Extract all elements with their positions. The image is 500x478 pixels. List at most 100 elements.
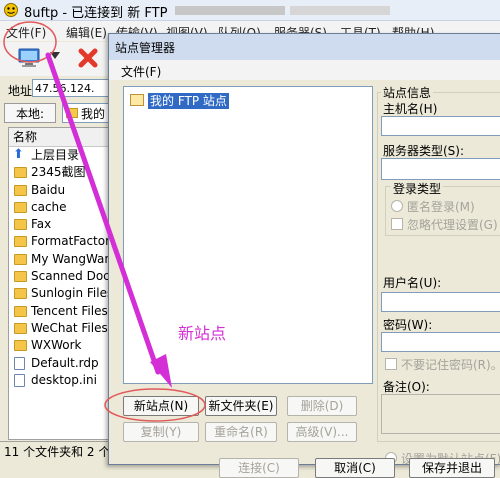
file-name: cache — [31, 199, 67, 214]
folder-icon — [14, 288, 27, 300]
file-row[interactable]: desktop.ini — [9, 372, 109, 389]
file-icon — [14, 356, 25, 370]
host-input[interactable] — [381, 116, 500, 136]
dont-remember-label: 不要记住密码(R)。 — [401, 358, 500, 372]
new-site-button[interactable]: 新站点(N) — [123, 396, 199, 416]
folder-icon — [14, 167, 27, 179]
ignore-proxy-label: 忽略代理设置(G) — [407, 218, 498, 232]
column-header-name[interactable]: 名称 — [9, 128, 109, 147]
toolbar — [0, 42, 110, 76]
site-info-panel: 站点信息 主机名(H) 服务器类型(S): 登录类型 匿名登录(M) 忽略代理设… — [377, 84, 500, 466]
title-bar: 8uftp - 已连接到 新 FTP — [0, 0, 500, 21]
file-icon — [14, 373, 25, 387]
password-input[interactable] — [381, 332, 500, 352]
file-name: Default.rdp — [31, 355, 99, 370]
cancel-button[interactable]: 取消(C) — [315, 458, 395, 478]
file-row[interactable]: WeChat Files — [9, 320, 109, 337]
file-name: desktop.ini — [31, 372, 97, 387]
file-name: 2345截图 — [31, 165, 86, 180]
connect-button[interactable]: 连接(C) — [219, 458, 299, 478]
menu-edit[interactable]: 编辑(E) — [66, 24, 107, 41]
title-redacted — [175, 6, 285, 15]
dialog-title: 站点管理器 — [115, 41, 176, 55]
file-row[interactable]: cache — [9, 199, 109, 216]
folder-icon — [14, 219, 27, 231]
save-exit-button[interactable]: 保存并退出 — [409, 458, 495, 478]
local-path-row: 本地: 我的 — [0, 103, 110, 125]
advanced-button[interactable]: 高级(V)... — [287, 422, 357, 442]
file-row[interactable]: My WangWang — [9, 251, 109, 268]
site-manager-dialog: 站点管理器 文件(F) 我的 FTP 站点 新站点(N) 新文件夹(E) 删除(… — [108, 33, 500, 478]
host-label: 主机名(H) — [383, 102, 438, 116]
app-logo-icon — [4, 3, 18, 17]
dropdown-arrow-icon[interactable] — [50, 52, 60, 59]
file-row[interactable]: Scanned Documents — [9, 268, 109, 285]
checkbox-icon — [391, 218, 403, 230]
ignore-proxy-checkbox[interactable]: 忽略代理设置(G) — [391, 216, 498, 233]
file-row[interactable]: Fax — [9, 216, 109, 233]
folder-icon — [14, 184, 27, 196]
folder-icon — [14, 236, 27, 248]
new-folder-button[interactable]: 新文件夹(E) — [205, 396, 277, 416]
dialog-menu-bar: 文件(F) — [109, 60, 500, 80]
anonymous-login-label: 匿名登录(M) — [407, 200, 475, 214]
site-info-title: 站点信息 — [381, 84, 434, 101]
file-row[interactable]: Baidu — [9, 182, 109, 199]
note-textarea[interactable] — [381, 394, 500, 434]
site-manager-icon[interactable] — [16, 46, 42, 70]
server-type-label: 服务器类型(S): — [383, 144, 465, 158]
window-title: 8uftp - 已连接到 新 FTP — [24, 6, 168, 21]
local-path-text: 我的 — [81, 107, 106, 121]
local-path-dropdown[interactable]: 我的 — [62, 103, 110, 123]
title-redacted-2 — [290, 6, 390, 15]
file-name: Sunlogin Files — [31, 286, 110, 301]
folder-icon — [14, 253, 27, 265]
folder-icon — [14, 340, 27, 352]
file-name: Fax — [31, 217, 52, 232]
folder-icon — [14, 201, 27, 213]
annotation-label: 新站点 — [178, 324, 227, 343]
file-row[interactable]: FormatFactory — [9, 233, 109, 250]
username-input[interactable] — [381, 292, 500, 312]
folder-icon — [130, 94, 144, 106]
checkbox-icon — [385, 358, 397, 370]
file-row[interactable]: Tencent Files — [9, 303, 109, 320]
local-file-list[interactable]: 名称 上层目录 2345截图 Baidu cache Fax FormatFactory M… — [8, 127, 110, 440]
username-label: 用户名(U): — [383, 276, 442, 290]
status-bar: 11 个文件夹和 2 个 — [0, 441, 110, 463]
file-name: Baidu — [31, 182, 66, 197]
file-row[interactable]: Default.rdp — [9, 355, 109, 372]
file-row[interactable]: 2345截图 — [9, 164, 109, 181]
server-type-select[interactable] — [381, 158, 500, 180]
note-label: 备注(O): — [383, 380, 430, 394]
dialog-title-bar: 站点管理器 — [109, 34, 500, 60]
anonymous-login-radio[interactable]: 匿名登录(M) — [391, 198, 475, 215]
file-row[interactable]: 上层目录 — [9, 146, 109, 164]
tree-node-label: 我的 FTP 站点 — [148, 93, 229, 109]
login-type-title: 登录类型 — [391, 180, 444, 197]
copy-button[interactable]: 复制(Y) — [123, 422, 199, 442]
delete-button[interactable]: 删除(D) — [287, 396, 357, 416]
up-arrow-icon — [13, 146, 27, 163]
file-name: Tencent Files — [31, 303, 108, 318]
folder-icon — [14, 271, 27, 283]
site-tree[interactable]: 我的 FTP 站点 — [123, 86, 373, 384]
folder-icon — [14, 305, 27, 317]
menu-file[interactable]: 文件(F) — [6, 24, 46, 41]
file-name: WXWork — [31, 338, 82, 353]
file-name: WeChat Files — [31, 320, 108, 335]
file-row[interactable]: Sunlogin Files — [9, 285, 109, 302]
local-tab[interactable]: 本地: — [4, 103, 56, 123]
dialog-menu-file[interactable]: 文件(F) — [121, 63, 161, 80]
rename-button[interactable]: 重命名(R) — [205, 422, 277, 442]
file-name: 上层目录 — [31, 148, 80, 162]
dont-remember-checkbox[interactable]: 不要记住密码(R)。 — [385, 356, 500, 373]
disconnect-icon[interactable] — [76, 46, 100, 70]
file-name: Scanned Documents — [31, 269, 110, 284]
folder-icon — [14, 322, 27, 334]
folder-icon — [66, 108, 78, 118]
address-input[interactable]: 47.56.124. — [32, 79, 110, 97]
file-row[interactable]: WXWork — [9, 337, 109, 354]
radio-icon — [391, 200, 403, 212]
file-name: FormatFactory — [31, 234, 110, 249]
